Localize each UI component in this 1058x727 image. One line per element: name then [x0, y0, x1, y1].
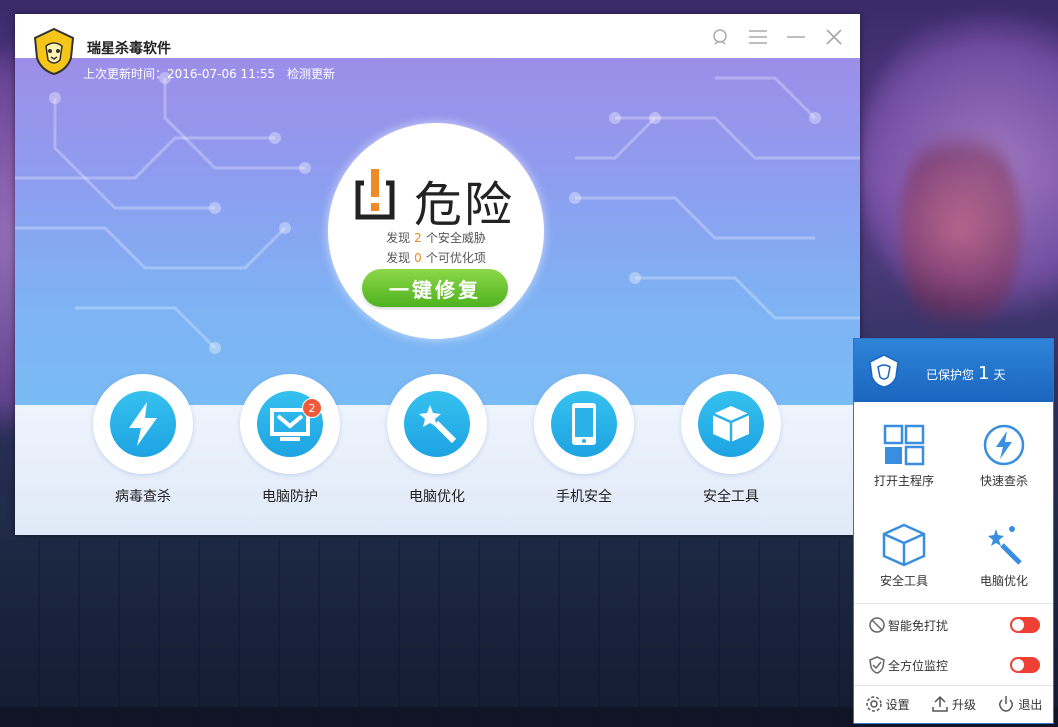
lightning-icon: [983, 424, 1025, 466]
close-icon[interactable]: [822, 26, 846, 48]
settings-button[interactable]: 设置: [865, 695, 910, 713]
menu-icon[interactable]: [746, 26, 770, 48]
magic-wand-icon: [419, 405, 457, 444]
feature-label: 病毒查杀: [115, 489, 171, 505]
feature-security-tools[interactable]: 安全工具: [681, 374, 781, 506]
feature-label: 电脑优化: [409, 489, 465, 505]
feature-mobile-security[interactable]: 手机安全: [534, 374, 634, 506]
tray-quick-scan[interactable]: 快速查杀: [954, 418, 1054, 489]
lion-logo-icon: [869, 354, 899, 388]
optimize-summary: 发现 0 个可优化项: [386, 251, 486, 265]
protection-badge: 2: [302, 398, 322, 418]
minimize-icon[interactable]: [784, 26, 808, 48]
tray-item-label: 打开主程序: [873, 474, 934, 488]
lion-logo-icon: [33, 27, 75, 76]
tray-header: 已保护您 1 天: [854, 339, 1053, 402]
tray-item-label: 快速查杀: [979, 474, 1028, 488]
threats-summary: 发现 2 个安全威胁: [386, 231, 486, 245]
toggle-row-do-not-disturb: 智能免打扰: [868, 610, 1040, 640]
protect-day-count: 1: [978, 363, 990, 384]
exit-button[interactable]: 退出: [997, 695, 1042, 713]
user-icon[interactable]: [708, 26, 732, 48]
tray-security-tools[interactable]: 安全工具: [854, 518, 954, 589]
box-icon: [712, 406, 750, 442]
feature-list: 病毒查杀 2 电脑防护 电脑优化 手机安全 安全工具: [93, 374, 793, 514]
feature-pc-optimize[interactable]: 电脑优化: [387, 374, 487, 506]
upgrade-button[interactable]: 升级: [931, 695, 976, 713]
feature-label: 安全工具: [703, 489, 759, 505]
toggle-label: 智能免打扰: [888, 618, 949, 633]
power-icon: [999, 696, 1014, 712]
app-title: 瑞星杀毒软件: [87, 41, 171, 57]
danger-warning-icon: [355, 169, 395, 220]
feature-virus-scan[interactable]: 病毒查杀: [93, 374, 193, 506]
full-monitor-switch[interactable]: [1010, 657, 1040, 673]
do-not-disturb-switch[interactable]: [1010, 617, 1040, 633]
lightning-icon: [129, 402, 157, 446]
status-panel: 危险 发现 2 个安全威胁 发现 0 个可优化项 一键修复: [328, 123, 544, 339]
tray-item-label: 安全工具: [879, 574, 928, 588]
tray-popup: 已保护您 1 天 打开主程序 快速查杀 安全工具 电脑优化 智能免打扰 全方位监…: [853, 338, 1054, 724]
threats-count: 2: [414, 231, 422, 245]
tray-pc-optimize[interactable]: 电脑优化: [954, 518, 1054, 589]
feature-pc-protection[interactable]: 2 电脑防护: [240, 374, 340, 506]
grid-icon: [883, 424, 925, 466]
tray-footer: 设置 升级 退出: [854, 685, 1053, 723]
protection-days: 已保护您 1 天: [926, 363, 1006, 384]
one-click-fix-button[interactable]: 一键修复: [362, 269, 508, 307]
last-update-time: 上次更新时间：2016-07-06 11:55: [83, 67, 276, 81]
toggle-label: 全方位监控: [888, 658, 949, 673]
box-icon: [882, 523, 926, 567]
tray-item-label: 电脑优化: [979, 574, 1028, 588]
main-window: 瑞星杀毒软件 上次更新时间：2016-07-06 11:55 检测更新 危险 发…: [15, 14, 860, 535]
shield-check-icon: [869, 656, 885, 674]
feature-label: 手机安全: [556, 489, 612, 505]
optimize-count: 0: [414, 251, 422, 265]
toggle-row-full-monitor: 全方位监控: [868, 650, 1040, 680]
phone-icon: [572, 403, 596, 445]
tray-open-main[interactable]: 打开主程序: [854, 418, 954, 489]
magic-wand-icon: [988, 526, 1022, 565]
window-controls: [708, 26, 846, 48]
tray-actions: 打开主程序 快速查杀 安全工具 电脑优化: [854, 402, 1053, 602]
no-disturb-icon: [869, 617, 885, 633]
feature-label: 电脑防护: [262, 489, 318, 505]
upload-icon: [932, 695, 948, 712]
status-level: 危险: [414, 177, 515, 233]
update-info: 上次更新时间：2016-07-06 11:55 检测更新: [83, 65, 343, 82]
gear-icon: [865, 696, 882, 712]
check-update-link[interactable]: 检测更新: [287, 67, 335, 81]
